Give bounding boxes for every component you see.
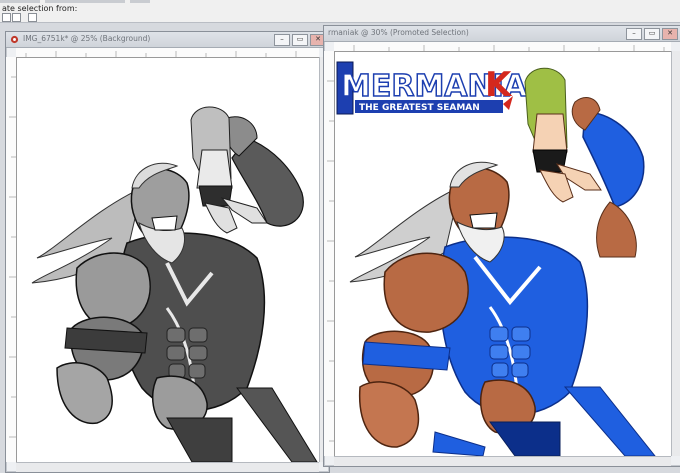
right-window-title: rmaniak @ 30% (Promoted Selection) — [328, 28, 469, 37]
horizontal-ruler — [334, 42, 671, 52]
toolbar-checkbox[interactable] — [12, 13, 21, 22]
vertical-scrollbar[interactable] — [671, 51, 680, 456]
top-toolbar: ate selection from: — [0, 0, 680, 23]
minimize-button[interactable]: – — [626, 28, 642, 40]
toolbar-checkbox[interactable] — [28, 13, 37, 22]
left-image-window[interactable]: IMG_6751k* @ 25% (Background) – ▭ ✕ — [5, 31, 330, 473]
vertical-ruler — [324, 51, 335, 456]
vertical-ruler — [6, 57, 17, 462]
restore-button[interactable]: ▭ — [644, 28, 660, 40]
logo-tagline: THE GREATEST SEAMAN — [359, 103, 480, 113]
selection-source-label: ate selection from: — [2, 4, 78, 13]
horizontal-ruler — [16, 48, 319, 58]
left-window-title: IMG_6751k* @ 25% (Background) — [23, 34, 151, 43]
left-window-titlebar[interactable]: IMG_6751k* @ 25% (Background) – ▭ ✕ — [6, 32, 329, 48]
minimize-button[interactable]: – — [274, 34, 290, 46]
grayscale-artwork-canvas[interactable] — [17, 58, 319, 462]
logo-accent-letter: K — [485, 65, 513, 105]
app-icon — [10, 35, 19, 44]
horizontal-scrollbar[interactable] — [334, 456, 671, 466]
toolbar-tab-fragment[interactable] — [0, 0, 40, 3]
grayscale-character-illustration — [31, 106, 318, 462]
horizontal-scrollbar[interactable] — [16, 462, 319, 472]
restore-button[interactable]: ▭ — [292, 34, 308, 46]
toolbar-checkbox[interactable] — [2, 13, 11, 22]
color-artwork-canvas[interactable]: MERMANIA K THE GREATEST SEAMAN — [335, 52, 671, 456]
right-window-titlebar[interactable]: rmaniak @ 30% (Promoted Selection) – ▭ ✕ — [324, 26, 680, 42]
close-button[interactable]: ✕ — [662, 28, 678, 40]
toolbar-tab-fragment[interactable] — [130, 0, 150, 3]
mermaniak-logo: MERMANIA K THE GREATEST SEAMAN — [336, 61, 529, 115]
right-image-window[interactable]: rmaniak @ 30% (Promoted Selection) – ▭ ✕… — [323, 25, 680, 467]
color-character-illustration: MERMANIA K THE GREATEST SEAMAN — [336, 61, 656, 456]
toolbar-tab-fragment[interactable] — [45, 0, 125, 3]
